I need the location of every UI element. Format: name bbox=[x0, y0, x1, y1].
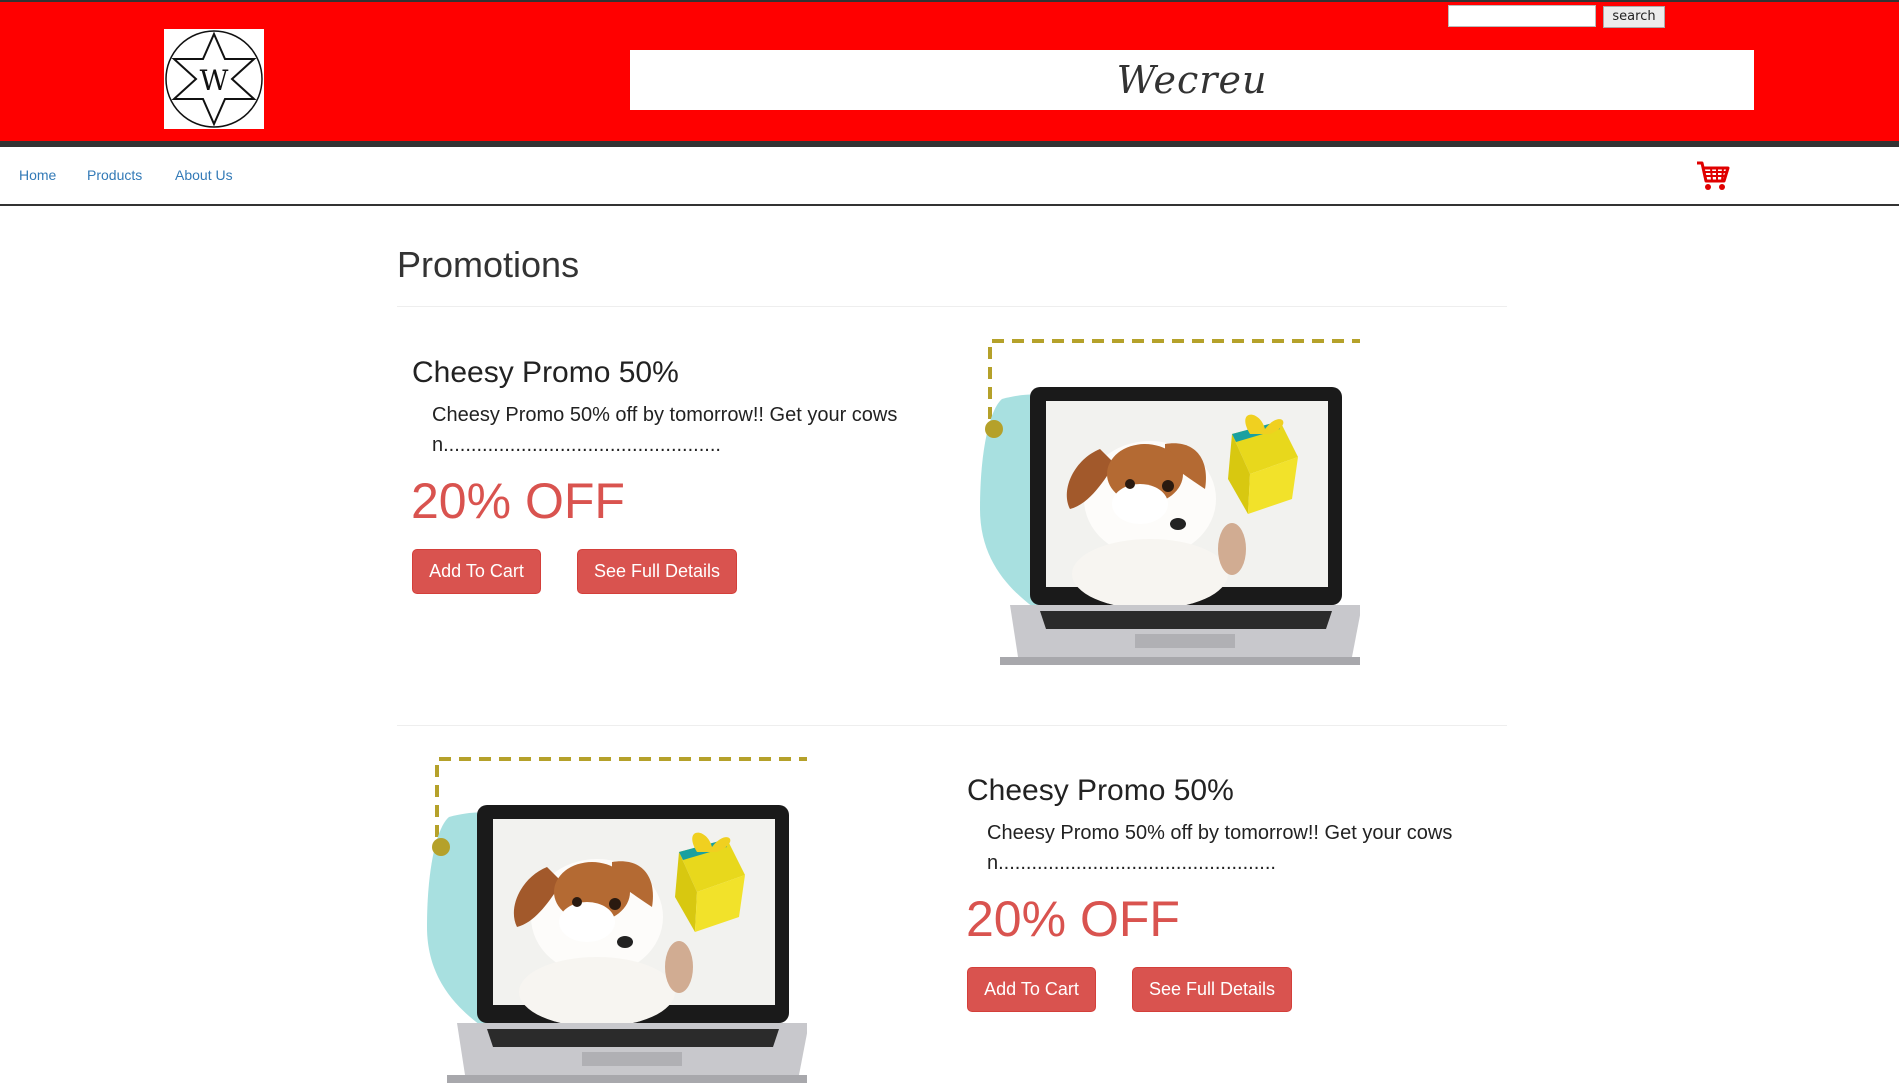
promo-description: Cheesy Promo 50% off by tomorrow!! Get y… bbox=[987, 822, 1453, 874]
promo-title: Cheesy Promo 50% bbox=[412, 356, 679, 389]
logo-letter: W bbox=[200, 64, 229, 97]
promo-divider bbox=[397, 725, 1507, 726]
promo-description: Cheesy Promo 50% off by tomorrow!! Get y… bbox=[432, 404, 898, 456]
header-bar: W search Wecreu bbox=[0, 0, 1899, 147]
search-input[interactable] bbox=[1448, 5, 1596, 27]
add-to-cart-button[interactable]: Add To Cart bbox=[967, 967, 1096, 1012]
promo-discount: 20% OFF bbox=[966, 891, 1180, 947]
promo-title: Cheesy Promo 50% bbox=[967, 774, 1234, 807]
main-nav: Home Products About Us bbox=[0, 147, 1899, 206]
see-full-details-button[interactable]: See Full Details bbox=[577, 549, 737, 594]
promo-image bbox=[980, 339, 1360, 669]
brand-banner: Wecreu bbox=[630, 50, 1754, 110]
add-to-cart-button[interactable]: Add To Cart bbox=[412, 549, 541, 594]
title-divider bbox=[397, 306, 1507, 307]
nav-products[interactable]: Products bbox=[87, 167, 142, 183]
nav-about-us[interactable]: About Us bbox=[175, 167, 233, 183]
promo-discount: 20% OFF bbox=[411, 473, 625, 529]
shopping-cart-icon[interactable] bbox=[1696, 160, 1730, 192]
search-button[interactable]: search bbox=[1603, 6, 1665, 28]
see-full-details-button[interactable]: See Full Details bbox=[1132, 967, 1292, 1012]
brand-name: Wecreu bbox=[1116, 58, 1268, 102]
site-logo[interactable]: W bbox=[164, 29, 264, 129]
promo-image bbox=[427, 757, 807, 1087]
page-title: Promotions bbox=[397, 244, 580, 285]
nav-home[interactable]: Home bbox=[19, 167, 56, 183]
